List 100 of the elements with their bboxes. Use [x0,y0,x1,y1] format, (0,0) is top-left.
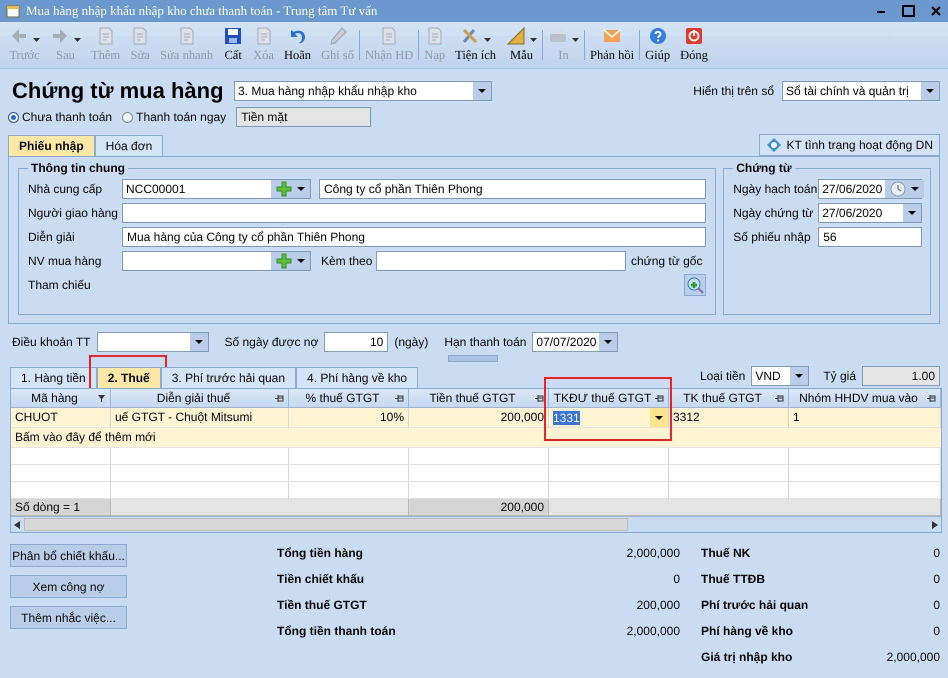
supplier-name-field[interactable]: Công ty cổ phần Thiên Phong [319,179,706,199]
credit-days-field[interactable]: 10 [324,332,388,352]
field-label: Tham chiếu [28,278,92,292]
voucher-type-dropdown[interactable]: 3. Mua hàng nhập khẩu nhập kho [234,81,492,101]
caret-icon[interactable] [194,340,202,344]
help-icon [648,26,668,46]
radio-label[interactable]: Thanh toán ngay [136,110,226,124]
toolbar-button[interactable]: Tiện ích [450,22,501,63]
total-label: Phí hàng về kho [701,624,794,638]
caret-icon[interactable] [478,89,486,93]
date-field[interactable]: 27/06/2020 [818,179,922,199]
pin-icon[interactable] [535,394,544,403]
buyer-field[interactable] [122,251,311,271]
total-value: 0 [933,598,940,612]
status-check-button[interactable]: KT tình trạng hoạt động DN [759,134,940,156]
caret-icon[interactable] [297,187,305,191]
toolbar-button[interactable]: Cất [218,22,248,63]
tab[interactable]: 1. Hàng tiền [10,367,97,388]
payment-method-field: Tiền mặt [236,107,372,127]
close-icon[interactable] [930,5,942,17]
description-field[interactable]: Mua hàng của Công ty cổ phần Thiên Phong [122,227,706,247]
total-value: 0 [673,572,680,586]
currency-dropdown[interactable]: VND [751,366,810,386]
caret-icon[interactable] [484,38,492,42]
radio-button[interactable] [8,112,19,122]
field-label: Người giao hàng [28,206,119,220]
total-value: 0 [933,624,940,638]
action-button[interactable]: Xem công nợ [10,575,127,598]
maximize-icon[interactable] [902,5,916,17]
tab[interactable]: Phiếu nhập [8,135,95,156]
column-header[interactable]: Mã hàng [11,389,111,408]
caret-icon[interactable] [911,187,920,191]
radio-label[interactable]: Chưa thanh toán [22,110,112,124]
tab[interactable]: 3. Phí trước hải quan [160,367,296,388]
total-label: Tiền thuế GTGT [277,598,367,612]
caret-icon[interactable] [297,259,305,263]
add-reference-button[interactable] [684,274,706,296]
total-label: Tổng tiền hàng [277,546,363,560]
field-label: Tỷ giá [823,369,856,383]
toolbar-button[interactable]: Hoãn [278,22,316,63]
field-label: Loại tiền [700,369,746,383]
attachment-field[interactable] [376,251,626,271]
caret-icon[interactable] [604,340,612,344]
caret-icon[interactable] [926,89,934,93]
caret-icon[interactable] [530,38,537,42]
total-label: Thuế NK [701,546,750,560]
column-header[interactable]: Nhóm HHDV mua vào [789,389,941,408]
add-row-link[interactable]: Bấm vào đây để thêm mới [11,428,941,448]
field-label: Số ngày được nợ [224,335,318,349]
caret-icon[interactable] [655,416,663,420]
column-header[interactable]: TKĐƯ thuế GTGT [549,389,669,408]
field-label: NV mua hàng [28,254,102,268]
tab[interactable]: 4. Phí hàng về kho [296,367,418,388]
exchange-rate-field: 1.00 [862,366,940,386]
field-label: Điều khoản TT [12,335,90,349]
pin-icon[interactable] [775,394,784,403]
total-value: 2,000,000 [886,650,940,664]
field-label: Hạn thanh toán [444,335,526,349]
caret-icon[interactable] [795,374,804,378]
table-cell: uế GTGT - Chuột Mitsumi [111,408,289,428]
filter-icon[interactable] [97,394,106,403]
clock-icon[interactable] [890,181,906,197]
toolbar-button[interactable]: Phản hồi [585,22,640,63]
voucher-number-field[interactable]: 56 [818,227,922,247]
total-value: 0 [933,572,940,586]
tab[interactable]: Hóa đơn [94,135,164,156]
pin-icon[interactable] [655,394,664,403]
horizontal-scrollbar[interactable] [11,516,941,532]
column-header[interactable]: Diễn giải thuế [111,389,289,408]
table-cell: 200,000 [409,408,549,428]
row-count: Số dòng = 1 [11,499,111,516]
column-header[interactable]: TK thuế GTGT [669,389,789,408]
window-title: Mua hàng nhập khẩu nhập kho chưa thanh toán - Trung tâm Tư vấn [26,3,378,19]
scroll-right-icon[interactable] [932,520,938,528]
toolbar-button[interactable]: Đóng [675,22,713,63]
plus-icon[interactable] [276,253,292,269]
radio-button[interactable] [122,112,134,122]
supplier-code-field[interactable]: NCC00001 [122,179,311,199]
pin-icon[interactable] [927,394,936,403]
column-header[interactable]: Tiền thuế GTGT [409,389,549,408]
ledger-dropdown[interactable]: Sổ tài chính và quản trị [782,81,940,101]
date-field[interactable]: 27/06/2020 [818,203,922,223]
toolbar-button[interactable]: Giúp [640,22,676,63]
caret-icon[interactable] [908,211,916,215]
tab[interactable]: 2. Thuế [96,367,161,388]
due-date-field[interactable]: 07/07/2020 [532,332,618,352]
pin-icon[interactable] [395,394,404,403]
cell-editor[interactable]: 1331 [549,408,669,428]
action-button[interactable]: Thêm nhắc việc... [10,606,127,629]
pin-icon[interactable] [275,394,284,403]
power-icon [684,26,704,46]
column-header[interactable]: % thuế GTGT [289,389,409,408]
toolbar-button[interactable]: Mẫu [501,22,542,63]
days-unit: (ngày) [394,335,428,349]
scroll-left-icon[interactable] [14,520,20,528]
pencil-icon [328,26,348,46]
action-button[interactable]: Phân bổ chiết khấu... [10,544,127,567]
deliverer-field[interactable] [122,203,706,223]
splitter-handle[interactable] [448,354,498,362]
plus-icon[interactable] [276,181,292,197]
